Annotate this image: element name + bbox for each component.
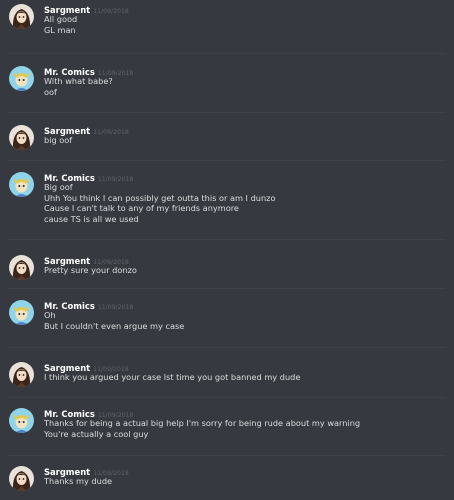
message-text: All good (44, 14, 78, 24)
message-text: I think you argued your case lst time yo… (44, 372, 301, 382)
message-content: Big oof Uhh You think I can possibly get… (44, 182, 275, 224)
cartoon-character-avatar-icon (9, 66, 34, 91)
chat-message-list: Sargment 11/09/2018 All good GL man Mr. C… (0, 0, 454, 500)
message-text: But I couldn't even argue my case (44, 320, 185, 331)
message-text: Oh (44, 310, 56, 320)
message-content: With what babe? oof (44, 76, 113, 97)
avatar[interactable] (9, 362, 34, 387)
message-content: I think you argued your case lst time yo… (44, 372, 300, 383)
message-text: Uhh You think I can possibly get outta t… (44, 192, 276, 203)
avatar[interactable] (9, 466, 34, 491)
avatar[interactable] (9, 4, 34, 29)
message-content: All good GL man (44, 14, 77, 35)
message-text: Thanks my dude (44, 476, 113, 486)
message-content: Thanks my dude (44, 476, 112, 487)
message-text: oof (44, 86, 57, 97)
avatar[interactable] (9, 125, 34, 150)
anime-girl-avatar-icon (9, 466, 34, 491)
avatar[interactable] (9, 300, 34, 325)
message-divider (8, 397, 446, 398)
message-text: big oof (44, 135, 73, 145)
message-divider (8, 347, 446, 348)
message-timestamp: 11/09/2018 (93, 129, 129, 136)
message-divider (8, 455, 446, 456)
message-content: Pretty sure your donzo (44, 265, 137, 276)
message-text: With what babe? (44, 76, 113, 86)
message-text: GL man (44, 24, 76, 35)
anime-girl-avatar-icon (9, 4, 34, 29)
avatar[interactable] (9, 255, 34, 280)
cartoon-character-avatar-icon (9, 408, 34, 433)
message-divider (8, 288, 446, 289)
message-text: Pretty sure your donzo (44, 265, 137, 275)
message-text: Big oof (44, 182, 73, 192)
message-content: Oh But I couldn't even argue my case (44, 310, 184, 331)
message-content: big oof (44, 135, 72, 146)
message-text: Cause I can't talk to any of my friends … (44, 203, 239, 214)
anime-girl-avatar-icon (9, 362, 34, 387)
message-timestamp: 11/09/2018 (93, 8, 129, 15)
avatar[interactable] (9, 172, 34, 197)
message-text: Thanks for being a actual big help I'm s… (44, 418, 361, 428)
anime-girl-avatar-icon (9, 255, 34, 280)
message-divider (8, 160, 446, 161)
message-text: cause TS is all we used (44, 213, 139, 224)
anime-girl-avatar-icon (9, 125, 34, 150)
avatar[interactable] (9, 66, 34, 91)
avatar[interactable] (9, 408, 34, 433)
cartoon-character-avatar-icon (9, 172, 34, 197)
message-divider (8, 239, 446, 240)
message-text: You're actually a cool guy (44, 428, 149, 439)
cartoon-character-avatar-icon (9, 300, 34, 325)
message-divider (8, 53, 446, 54)
message-divider (8, 112, 446, 113)
message-content: Thanks for being a actual big help I'm s… (44, 418, 360, 439)
